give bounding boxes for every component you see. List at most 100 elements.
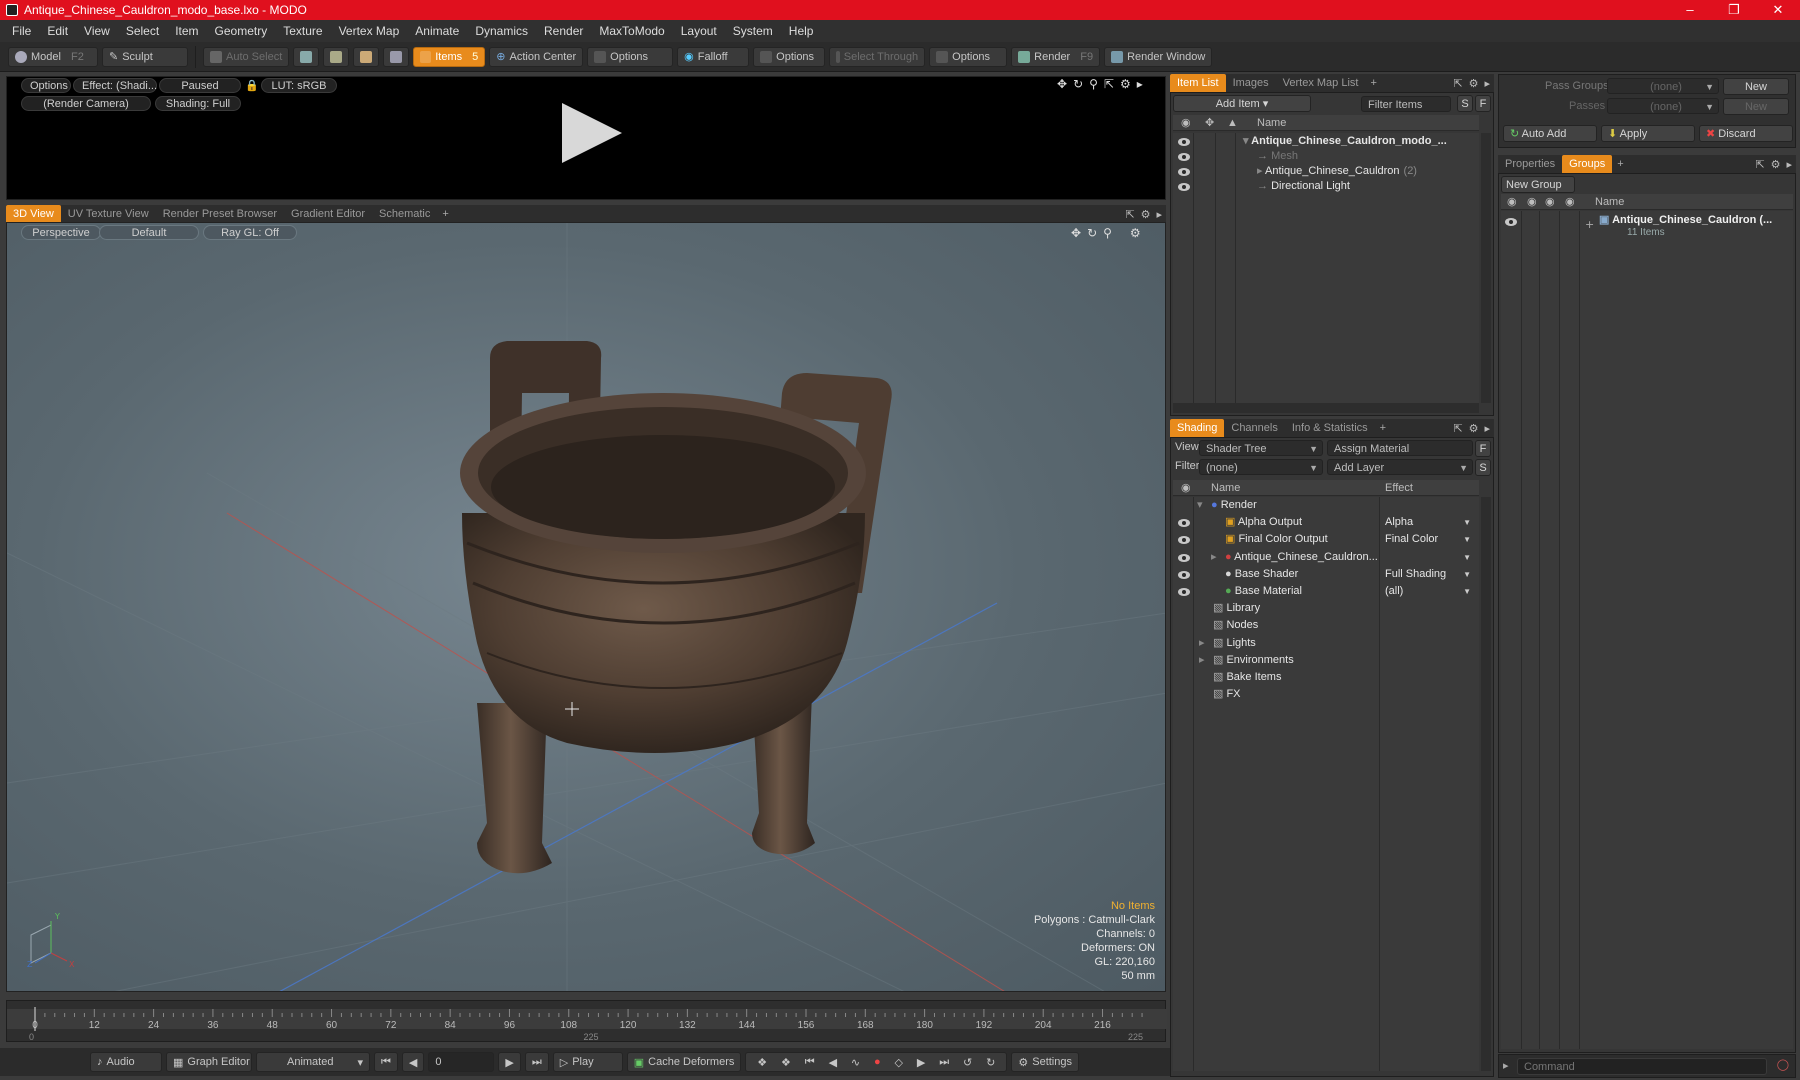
shader-tree-row[interactable]: ● Base Material (all) ▼ [1173, 583, 1473, 600]
render-preview[interactable]: Options Effect: (Shadi... Paused 🔒 LUT: … [6, 76, 1166, 200]
eye-icon[interactable] [1505, 218, 1517, 226]
name-column-header[interactable]: Name [1211, 480, 1240, 496]
tab-schematic[interactable]: Schematic [372, 205, 437, 223]
polygon-mode-button[interactable] [353, 46, 380, 67]
action-center-button[interactable]: ⊕ Action Center [489, 46, 584, 67]
new-pass-group-button[interactable]: New [1723, 78, 1789, 95]
command-input[interactable] [1517, 1058, 1767, 1075]
new-pass-button[interactable]: New [1723, 98, 1789, 115]
cache-deformers-button[interactable]: ▣ Cache Deformers [626, 1052, 742, 1072]
timeline[interactable]: 0 12 24 36 48 60 72 84 96 108 120 132 144 156 168 180 19… [6, 1000, 1167, 1043]
menu-item-geometry[interactable]: Geometry [207, 24, 276, 38]
shader-tree-row[interactable]: ● Base Shader Full Shading ▼ [1173, 566, 1473, 583]
discard-button[interactable]: ✖ Discard [1699, 125, 1793, 142]
step-back-button[interactable]: ◀ [401, 1052, 425, 1072]
filter-dropdown[interactable]: (none) ▼ [1199, 459, 1323, 475]
chevron-right-icon[interactable]: ▸ [1137, 77, 1143, 91]
shader-tree-row[interactable]: ▧ Nodes [1173, 617, 1473, 634]
add-item-dropdown[interactable]: Add Item ▾ [1173, 95, 1311, 112]
auto-select-button[interactable]: Auto Select [203, 46, 290, 67]
scene-canvas[interactable]: Y X Z [7, 223, 1166, 992]
select-through-button[interactable]: Select Through [829, 46, 926, 67]
menu-item-render[interactable]: Render [536, 24, 591, 38]
sculpt-mode-button[interactable]: ✎ Sculpt [102, 46, 188, 67]
model-mode-button[interactable]: Model F2 [8, 46, 98, 67]
add-tab-icon[interactable]: + [437, 208, 453, 220]
edge-mode-button[interactable] [323, 46, 350, 67]
gear-icon[interactable]: ⚙ [1141, 208, 1151, 221]
list-item[interactable]: → Directional Light [1173, 178, 1473, 195]
shader-tree-row[interactable]: ▸ ▧ Environments [1173, 652, 1473, 669]
s-toggle[interactable]: S [1457, 95, 1473, 112]
menu-item-animate[interactable]: Animate [407, 24, 467, 38]
render-camera-dropdown[interactable]: (Render Camera) [21, 96, 151, 111]
animated-dropdown[interactable]: Animated ▾ [256, 1052, 370, 1072]
cauldron-model[interactable] [460, 341, 892, 874]
shader-tree-row[interactable]: ▧ Library [1173, 600, 1473, 617]
chevron-right-icon[interactable]: ▸ [1484, 77, 1490, 90]
add-tab-icon[interactable]: + [1612, 158, 1628, 170]
menu-item-view[interactable]: View [76, 24, 118, 38]
rotate-icon[interactable]: ↻ [1073, 77, 1083, 91]
tab-images[interactable]: Images [1226, 74, 1276, 92]
s-toggle[interactable]: S [1475, 459, 1491, 476]
tab-info-statistics[interactable]: Info & Statistics [1285, 419, 1375, 437]
effect-dropdown[interactable]: Effect: (Shadi... [73, 78, 157, 93]
current-frame-field[interactable]: 0 [428, 1052, 495, 1072]
tab-uv-texture-view[interactable]: UV Texture View [61, 205, 156, 223]
gear-icon[interactable]: ⚙ [1771, 158, 1781, 171]
shader-tree-row[interactable]: ▸ ▧ Lights [1173, 635, 1473, 652]
effect-dropdown[interactable]: Alpha ▼ [1385, 514, 1473, 531]
timeline-track[interactable] [7, 1009, 1167, 1029]
expand-icon[interactable]: + [1585, 218, 1594, 231]
passes-dropdown[interactable]: (none) ▼ [1607, 98, 1719, 114]
render-window-button[interactable]: Render Window [1104, 46, 1213, 67]
expand-arrow-icon[interactable]: ▸ [1199, 652, 1205, 669]
eye-icon[interactable] [1178, 138, 1190, 146]
new-group-button[interactable]: New Group [1501, 176, 1575, 193]
shader-tree-row[interactable]: ▣ Final Color Output Final Color ▼ [1173, 531, 1473, 548]
filter-items-input[interactable]: Filter Items [1361, 96, 1451, 112]
key-tools-group[interactable]: ❖ ❖ ⏮ ◀ ∿ ● ◇ ▶ ⏭ ↺ ↻ [745, 1052, 1008, 1072]
maximize-panel-icon[interactable]: ⇱ [1453, 77, 1462, 90]
add-tab-icon[interactable]: + [1375, 422, 1391, 434]
play-button[interactable]: ▷ Play [552, 1052, 623, 1072]
group-row[interactable]: + ▣ Antique_Chinese_Cauldron (... 11 Ite… [1501, 213, 1793, 243]
shader-tree-row[interactable]: ▣ Alpha Output Alpha ▼ [1173, 514, 1473, 531]
graph-editor-button[interactable]: ▦ Graph Editor [166, 1052, 252, 1072]
close-icon[interactable]: ✕ [1756, 0, 1800, 20]
tab-render-preset-browser[interactable]: Render Preset Browser [156, 205, 284, 223]
item-list-scrollbar[interactable] [1481, 133, 1491, 403]
item-list-hscrollbar[interactable] [1173, 403, 1479, 413]
chevron-right-icon[interactable]: ▸ [1786, 158, 1792, 171]
expand-arrow-icon[interactable]: ▸ [1199, 635, 1205, 652]
tab-item-list[interactable]: Item List [1170, 74, 1226, 92]
menu-item-system[interactable]: System [725, 24, 781, 38]
eye-icon[interactable] [1178, 536, 1190, 545]
name-column-header[interactable]: Name [1257, 115, 1286, 131]
menu-item-texture[interactable]: Texture [275, 24, 330, 38]
expand-arrow-icon[interactable]: ▾ [1243, 135, 1251, 147]
vertex-mode-button[interactable] [293, 46, 320, 67]
shader-tree-row[interactable]: ▾ ● Render [1173, 497, 1473, 514]
lock-icon[interactable]: 🔒 [245, 79, 259, 92]
falloff-button[interactable]: ◉ Falloff [677, 46, 750, 67]
eye-icon[interactable] [1178, 183, 1190, 191]
effect-dropdown[interactable]: Full Shading ▼ [1385, 566, 1473, 583]
chevron-right-icon[interactable]: ▸ [1156, 208, 1162, 221]
range-mid-label[interactable]: 225 [583, 1032, 598, 1042]
eye-icon[interactable] [1178, 570, 1190, 579]
lut-dropdown[interactable]: LUT: sRGB [261, 78, 337, 93]
shader-tree-row[interactable]: ▧ FX [1173, 686, 1473, 703]
menu-item-edit[interactable]: Edit [39, 24, 76, 38]
menu-item-select[interactable]: Select [118, 24, 167, 38]
go-to-end-button[interactable]: ⏭ [524, 1052, 549, 1072]
timeline-ruler[interactable]: 0 12 24 36 48 60 72 84 96 108 120 132 144 156 168 180 19… [7, 1001, 1167, 1043]
action-center-options-button[interactable]: Options [587, 46, 674, 67]
pass-groups-dropdown[interactable]: (none) ▼ [1607, 78, 1719, 94]
chevron-right-icon[interactable]: ▸ [1484, 422, 1490, 435]
effect-column-header[interactable]: Effect [1385, 480, 1413, 496]
maximize-panel-icon[interactable]: ⇱ [1755, 158, 1764, 171]
maximize-panel-icon[interactable]: ⇱ [1453, 422, 1462, 435]
eye-icon[interactable] [1178, 168, 1190, 176]
